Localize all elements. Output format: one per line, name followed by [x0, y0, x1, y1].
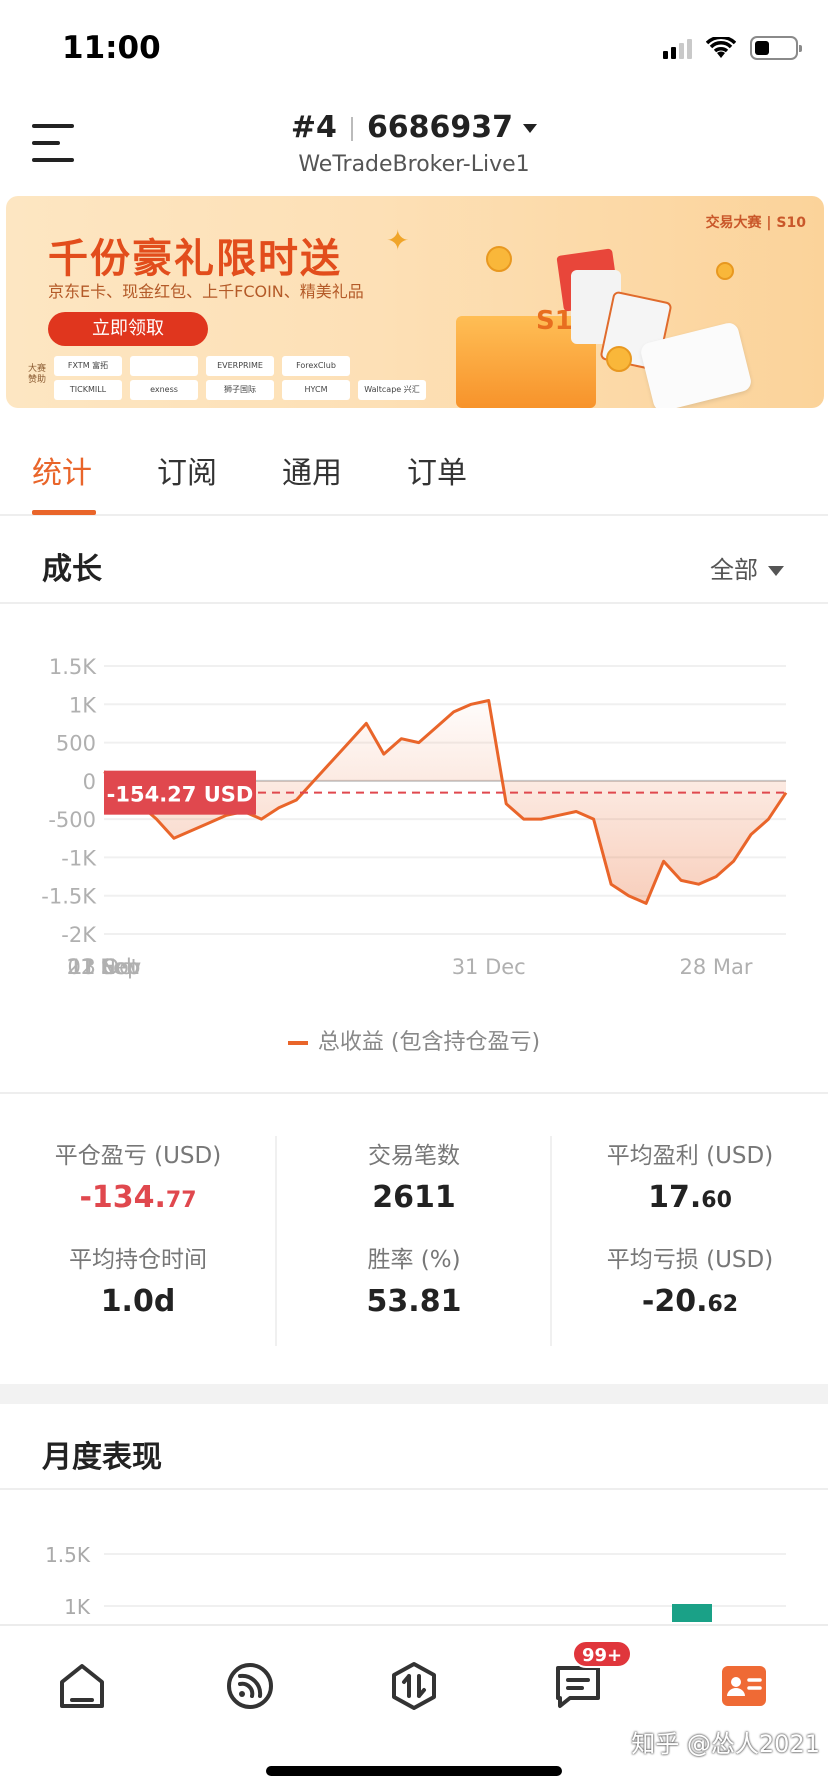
sponsor-logo: EVERPRIME	[206, 356, 274, 376]
stat-avg-profit: 平均盈利 (USD) 17.60	[552, 1136, 828, 1215]
account-divider	[350, 116, 353, 141]
stat-label: 胜率 (%)	[367, 1247, 461, 1273]
y-tick-label: 0	[83, 770, 96, 794]
tab-stats[interactable]: 统计	[32, 448, 92, 492]
tab-general[interactable]: 通用	[282, 448, 342, 492]
x-tick-label: 11 Feb	[69, 955, 140, 979]
chart-legend: 总收益 (包含持仓盈亏)	[0, 1024, 828, 1056]
sponsor-logo: 狮子国际	[206, 380, 274, 400]
banner-title: 千份豪礼限时送	[48, 236, 342, 282]
stat-value: 53.81	[366, 1284, 462, 1319]
stats-grid: 平仓盈亏 (USD) -134.77 交易笔数 2611 平均盈利 (USD) …	[0, 1100, 828, 1380]
legend-label: 总收益 (包含持仓盈亏)	[317, 1030, 541, 1055]
wifi-icon	[706, 37, 736, 58]
home-icon[interactable]	[52, 1656, 112, 1716]
status-bar: 11:00	[0, 0, 828, 96]
trade-icon[interactable]	[384, 1656, 444, 1716]
x-tick-label: 28 Mar	[680, 955, 753, 979]
unread-badge: 99+	[572, 1640, 633, 1668]
stats-tabs: 统计 订阅 通用 订单	[0, 412, 828, 516]
range-filter-label: 全部	[710, 556, 758, 584]
sponsor-logo: ForexClub	[282, 356, 350, 376]
monthly-header: 月度表现	[0, 1404, 828, 1490]
y-tick-label: 1.5K	[49, 655, 97, 679]
stat-label: 交易笔数	[368, 1143, 460, 1169]
sparkle-icon: ✦	[386, 224, 410, 257]
stat-win-rate: 胜率 (%) 53.81	[276, 1240, 552, 1319]
stat-avg-loss: 平均亏损 (USD) -20.62	[552, 1240, 828, 1319]
growth-chart: 1.5K 1K 500 0 -500 -1K -1.5K -2K 02 Sep 13 Oct 21…	[0, 604, 828, 1094]
monthly-title: 月度表现	[42, 1440, 162, 1475]
stat-label: 平仓盈亏 (USD)	[54, 1143, 222, 1169]
sponsor-logo: HYCM	[282, 380, 350, 400]
account-prefix: #4	[290, 110, 337, 145]
stat-label: 平均亏损 (USD)	[606, 1247, 774, 1273]
stat-value: -134.77	[79, 1180, 197, 1215]
monthly-bar	[672, 1604, 712, 1622]
stat-avg-hold-time: 平均持仓时间 1.0d	[0, 1240, 276, 1319]
range-filter[interactable]: 全部	[710, 550, 784, 585]
chevron-down-icon	[523, 124, 538, 133]
chevron-down-icon	[768, 566, 784, 576]
banner-cta-button[interactable]: 立即领取	[48, 312, 208, 346]
section-separator	[0, 1384, 828, 1404]
watermark: 知乎 @怂人2021	[631, 1730, 820, 1758]
y-tick-label: 500	[56, 732, 96, 756]
bottom-tab-bar: 99+	[0, 1624, 828, 1792]
legend-swatch	[287, 1041, 308, 1045]
growth-title: 成长	[42, 552, 102, 587]
banner-brand: 交易大赛 | S10	[705, 215, 806, 231]
stat-trade-count: 交易笔数 2611	[276, 1136, 552, 1215]
sponsor-logo: FXTM 富拓	[54, 356, 122, 376]
growth-header: 成长 全部	[0, 518, 828, 604]
coin-icon	[716, 262, 734, 280]
sponsor-logo: Waltcape 兴汇	[358, 380, 426, 400]
stat-value: -20.62	[641, 1284, 739, 1319]
coin-icon	[606, 346, 632, 372]
sponsor-logo	[130, 356, 198, 376]
current-value-label: -154.27 USD	[107, 783, 254, 807]
stat-value: 1.0d	[100, 1284, 176, 1319]
y-tick-label: 1K	[64, 1595, 91, 1619]
sponsor-logo: TICKMILL	[54, 380, 122, 400]
profile-icon[interactable]	[714, 1656, 774, 1716]
tab-orders[interactable]: 订单	[407, 448, 467, 492]
promo-banner[interactable]: 千份豪礼限时送 ✦ 京东E卡、现金红包、上千FCOIN、精美礼品 立即领取 大赛…	[6, 196, 824, 408]
x-tick-label: 31 Dec	[452, 955, 526, 979]
tab-subscribe[interactable]: 订阅	[157, 448, 217, 492]
monthly-chart-svg[interactable]: 1.5K 1K	[0, 1492, 828, 1622]
stat-value: 17.60	[648, 1180, 732, 1215]
y-tick-label: 1K	[69, 693, 97, 717]
feed-icon[interactable]	[220, 1656, 280, 1716]
stat-label: 平均盈利 (USD)	[606, 1143, 774, 1169]
tab-active-indicator	[32, 510, 96, 515]
banner-subtitle: 京东E卡、现金红包、上千FCOIN、精美礼品	[48, 282, 364, 301]
monthly-chart: 1.5K 1K	[0, 1492, 828, 1622]
y-tick-label: -500	[48, 808, 96, 832]
account-selector[interactable]: #4 6686937	[0, 110, 828, 145]
sponsor-label: 大赛赞助	[28, 364, 47, 385]
signal-icon	[663, 37, 692, 59]
y-tick-label: 1.5K	[45, 1543, 91, 1567]
status-icons	[663, 36, 802, 60]
y-tick-label: -2K	[61, 923, 97, 947]
status-time: 11:00	[62, 30, 161, 66]
stat-label: 平均持仓时间	[69, 1247, 207, 1273]
growth-chart-svg[interactable]: 1.5K1K5000-500-1K-1.5K-2K 02 Sep13 Oct21…	[0, 604, 828, 1004]
account-number: 6686937	[366, 110, 514, 145]
sponsor-logos: FXTM 富拓 EVERPRIME ForexClub TICKMILL exn…	[54, 356, 502, 400]
stat-value: 2611	[372, 1180, 456, 1215]
y-tick-label: -1K	[61, 846, 97, 870]
header: #4 6686937 WeTradeBroker-Live1	[0, 96, 828, 192]
home-indicator	[266, 1766, 562, 1776]
coin-icon	[486, 246, 512, 272]
stat-closed-pnl: 平仓盈亏 (USD) -134.77	[0, 1136, 276, 1215]
battery-icon	[750, 36, 802, 60]
y-tick-label: -1.5K	[41, 885, 97, 909]
broker-name: WeTradeBroker-Live1	[298, 152, 530, 177]
sponsor-logo: exness	[130, 380, 198, 400]
